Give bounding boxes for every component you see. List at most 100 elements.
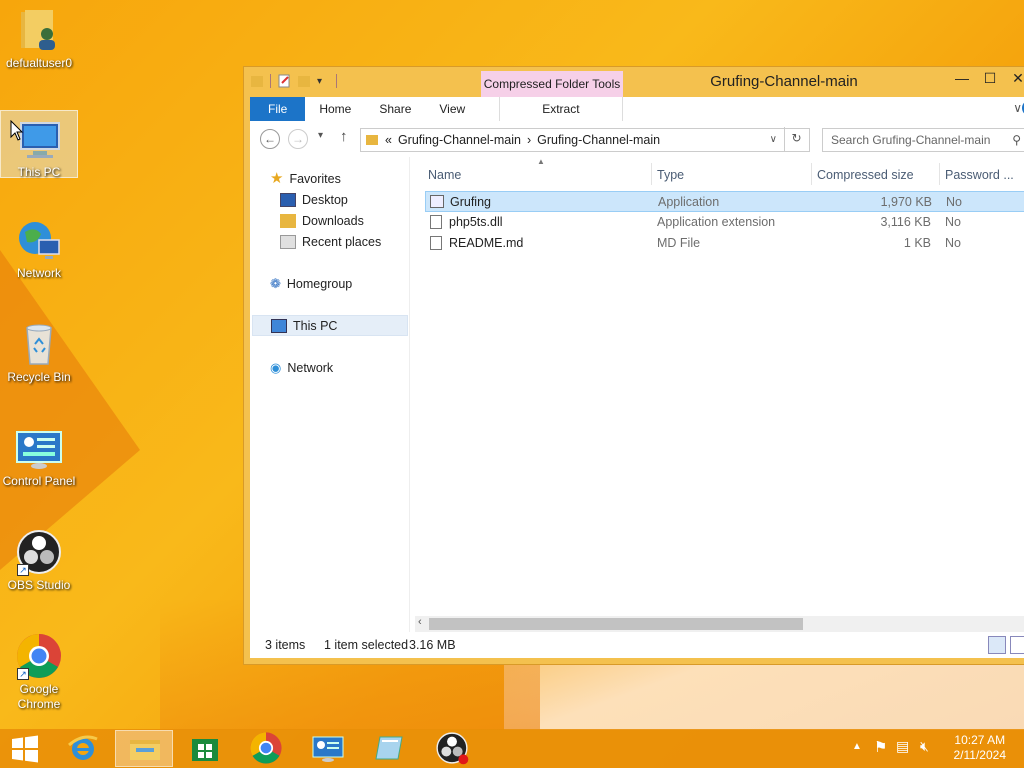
taskbar-control-panel[interactable] [299,730,357,767]
details-view-button[interactable] [988,636,1006,654]
nav-item-label: Downloads [302,214,364,228]
taskbar-store[interactable] [176,730,234,767]
folder-icon [366,135,378,145]
search-input[interactable]: Search Grufing-Channel-main ⚲ [822,128,1024,152]
scroll-left-icon[interactable]: ‹ [418,616,422,628]
nav-item-downloads[interactable]: Downloads [280,211,364,231]
clock[interactable]: 10:27 AM 2/11/2024 [954,733,1007,763]
status-item-count: 3 items [265,638,306,652]
nav-item-label: Homegroup [286,277,353,291]
control-panel-icon [15,424,63,472]
column-header-name[interactable]: Name [428,165,461,185]
start-button[interactable] [0,730,50,767]
nav-item-favorites[interactable]: ★ Favorites [270,169,341,189]
action-center-flag-icon[interactable]: ⚑ [874,738,887,756]
shortcut-arrow-icon: ↗ [17,668,29,680]
divider [336,74,338,88]
address-dropdown-icon[interactable]: ∨ [770,129,777,151]
homegroup-icon: ❁ [270,276,281,291]
file-type: MD File [657,236,701,250]
clock-date: 2/11/2024 [953,748,1007,762]
volume-muted-icon[interactable]: 🔇︎ [920,738,929,755]
close-button[interactable]: ✕ [1004,67,1024,89]
address-bar[interactable]: « Grufing-Channel-main › Grufing-Channel… [360,128,810,152]
customize-toolbar-icon[interactable]: ▾ [317,76,322,87]
taskbar-obs[interactable] [423,730,481,767]
nav-item-this-pc[interactable]: This PC [252,315,408,336]
column-header-compressed-size[interactable]: Compressed size [817,165,914,185]
file-type: Application [658,195,720,209]
tab-view[interactable]: View [425,97,479,121]
column-divider[interactable] [939,163,940,185]
file-list: ▲ Name Type Compressed size Password ...… [415,157,1024,632]
dll-file-icon [430,215,442,229]
network-status-icon[interactable]: ▤ [896,738,909,755]
file-size: 1,970 KB [880,195,932,209]
forward-button[interactable]: → [288,129,308,149]
breadcrumb-segment[interactable]: Grufing-Channel-main [537,129,660,151]
quick-access-toolbar: ▾ [250,73,338,89]
recent-locations-icon[interactable]: ▾ [318,130,323,141]
table-row[interactable]: Grufing Application 1,970 KB No [425,191,1024,212]
desktop-icon-chrome[interactable]: ↗ Google Chrome [0,628,78,712]
column-header-type[interactable]: Type [657,165,684,185]
show-hidden-icons-icon[interactable]: ▲ [852,741,862,752]
nav-item-network[interactable]: ◉ Network [270,358,333,378]
wallpaper-shape [0,250,140,570]
desktop-icon-control-panel[interactable]: Control Panel [0,420,78,489]
desktop-icon-obs[interactable]: ↗ OBS Studio [0,524,78,593]
scrollbar-thumb[interactable] [429,618,803,630]
nav-item-label: Network [287,361,334,375]
column-divider[interactable] [811,163,812,185]
desktop-icon-user-folder[interactable]: defualtuser0 [0,2,78,71]
desktop-icon-network[interactable]: Network [0,212,78,281]
tab-home[interactable]: Home [305,97,365,121]
chevron-right-icon[interactable]: › [527,129,531,151]
tab-extract[interactable]: Extract [499,97,623,121]
back-button[interactable]: ← [260,129,280,149]
control-panel-icon [312,736,344,762]
desktop-icon-label: This PC [17,165,61,179]
breadcrumb-segment[interactable]: Grufing-Channel-main [398,129,521,151]
desktop-icon-label: Control Panel [2,474,76,488]
obs-icon: ↗ [15,528,63,576]
divider [270,74,271,88]
taskbar-internet-explorer[interactable] [54,730,112,767]
tab-share[interactable]: Share [365,97,425,121]
minimize-button[interactable]: — [948,67,976,89]
refresh-button[interactable]: ↻ [784,127,808,151]
file-password: No [945,215,961,229]
horizontal-scrollbar[interactable]: ‹ [415,616,1024,632]
tab-file[interactable]: File [250,97,306,121]
properties-icon[interactable] [277,73,291,89]
title-bar[interactable]: ▾ Compressed Folder Tools Grufing-Channe… [244,67,1024,97]
ribbon-tabs: File Home Share View Extract ∨ ? [250,97,1024,121]
taskbar-notepad[interactable] [361,730,419,767]
table-row[interactable]: README.md MD File 1 KB No [425,233,1024,254]
desktop-icon-recycle-bin[interactable]: Recycle Bin [0,316,78,385]
file-name: php5ts.dll [449,215,503,229]
context-tab-header: Compressed Folder Tools [481,71,623,97]
desktop-icon-label: defualtuser0 [5,56,73,70]
large-icons-view-button[interactable] [1010,636,1024,654]
maximize-button[interactable]: ☐ [976,67,1004,89]
up-button[interactable]: ↑ [340,128,348,145]
new-folder-icon[interactable] [297,73,311,89]
nav-item-homegroup[interactable]: ❁ Homegroup [270,274,352,294]
downloads-folder-icon [280,214,296,228]
address-overflow[interactable]: « [385,129,392,151]
explorer-window[interactable]: ▾ Compressed Folder Tools Grufing-Channe… [243,66,1024,665]
column-divider[interactable] [651,163,652,185]
taskbar-file-explorer[interactable] [115,730,173,767]
table-row[interactable]: php5ts.dll Application extension 3,116 K… [425,212,1024,233]
network-icon: ◉ [270,360,282,375]
sort-ascending-icon: ▲ [537,157,545,166]
nav-item-label: Favorites [289,172,341,186]
nav-item-desktop[interactable]: Desktop [280,190,348,210]
nav-item-recent-places[interactable]: Recent places [280,232,381,252]
column-header-password[interactable]: Password ... [945,165,1014,185]
system-tray: ▲ ⚑ ▤ 🔇︎ 10:27 AM 2/11/2024 [844,729,1024,768]
taskbar-chrome[interactable] [237,730,295,767]
expand-ribbon-icon[interactable]: ∨ [1013,101,1022,115]
desktop-icon-label: Recycle Bin [7,370,71,384]
